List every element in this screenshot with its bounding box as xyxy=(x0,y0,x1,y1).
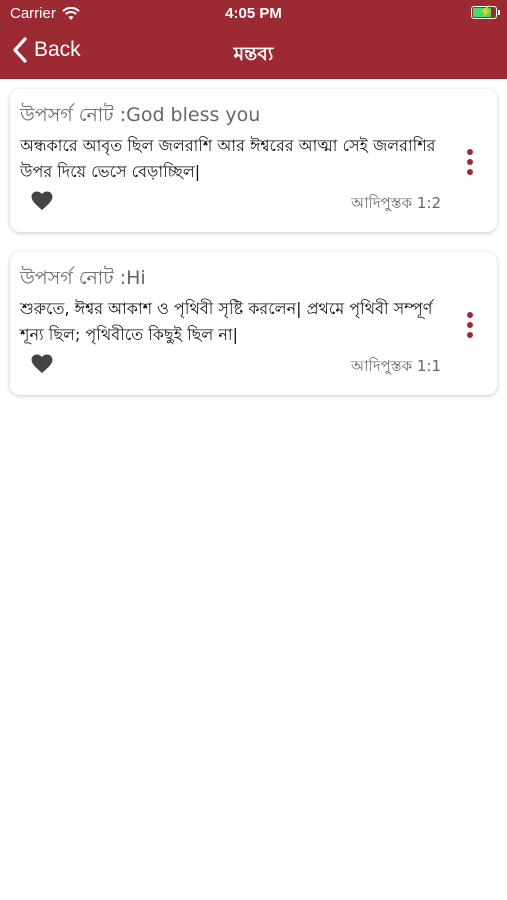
status-time: 4:05 PM xyxy=(225,5,282,22)
charging-bolt-icon: ⚡ xyxy=(479,6,493,18)
app-header: Carrier 4:05 PM ⚡ Back মন্তব্য xyxy=(0,0,507,79)
heart-icon[interactable] xyxy=(31,191,53,211)
note-text: অন্ধকারে আবৃত ছিল জলরাশি আর ঈশ্বরের আত্ম… xyxy=(20,136,436,181)
note-title: উপসর্গ নোট :God bless you xyxy=(20,104,261,126)
verse-reference: আদিপুস্তক 1:1 xyxy=(350,357,441,375)
battery-icon: ⚡ xyxy=(471,6,500,19)
note-text: শুরুতে, ঈশ্বর আকাশ ও পৃথিবী সৃষ্টি করলেন… xyxy=(20,299,433,344)
verse-reference: আদিপুস্তক 1:2 xyxy=(350,194,441,212)
navigation-bar: Back মন্তব্য xyxy=(0,28,507,79)
note-card[interactable]: উপসর্গ নোট :God bless you অন্ধকারে আবৃত … xyxy=(10,89,497,232)
note-card[interactable]: উপসর্গ নোট :Hi শুরুতে, ঈশ্বর আকাশ ও পৃথি… xyxy=(10,252,497,395)
more-options-icon[interactable] xyxy=(465,312,475,342)
heart-icon[interactable] xyxy=(31,354,53,374)
status-bar: Carrier 4:05 PM ⚡ xyxy=(0,0,507,28)
more-options-icon[interactable] xyxy=(465,149,475,179)
note-title: উপসর্গ নোট :Hi xyxy=(20,267,146,289)
page-title: মন্তব্য xyxy=(233,43,274,65)
